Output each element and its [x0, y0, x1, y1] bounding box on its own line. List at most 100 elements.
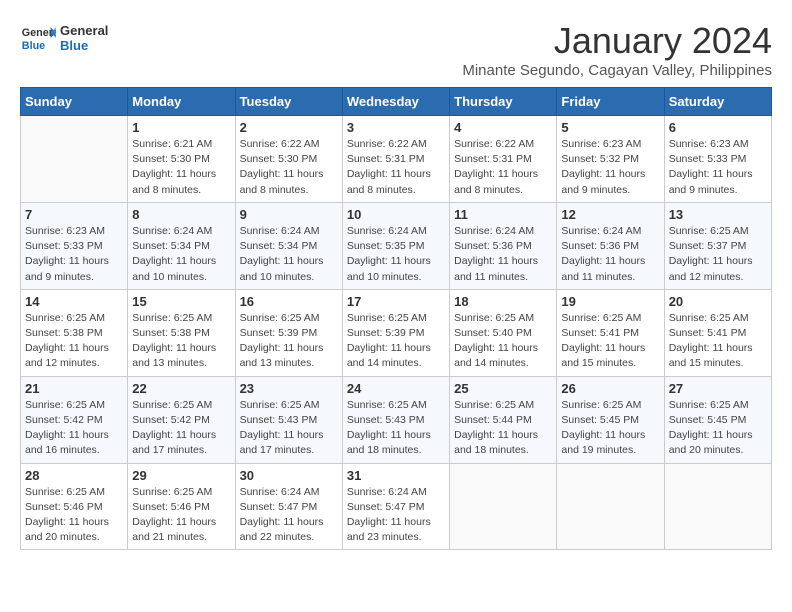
day-cell: 19 Sunrise: 6:25 AMSunset: 5:41 PMDayligh…	[557, 289, 664, 376]
day-cell: 8 Sunrise: 6:24 AMSunset: 5:34 PMDaylight…	[128, 202, 235, 289]
col-header-tuesday: Tuesday	[235, 88, 342, 116]
day-info: Sunrise: 6:23 AMSunset: 5:33 PMDaylight:…	[25, 224, 123, 285]
day-cell: 22 Sunrise: 6:25 AMSunset: 5:42 PMDayligh…	[128, 376, 235, 463]
subtitle: Minante Segundo, Cagayan Valley, Philipp…	[462, 62, 772, 79]
day-number: 28	[25, 468, 123, 483]
logo: General Blue General Blue	[20, 20, 108, 56]
day-info: Sunrise: 6:25 AMSunset: 5:38 PMDaylight:…	[132, 311, 230, 372]
month-title: January 2024	[462, 20, 772, 62]
day-info: Sunrise: 6:24 AMSunset: 5:36 PMDaylight:…	[454, 224, 552, 285]
day-cell: 18 Sunrise: 6:25 AMSunset: 5:40 PMDayligh…	[450, 289, 557, 376]
day-info: Sunrise: 6:25 AMSunset: 5:44 PMDaylight:…	[454, 398, 552, 459]
svg-text:Blue: Blue	[22, 40, 45, 52]
day-info: Sunrise: 6:25 AMSunset: 5:45 PMDaylight:…	[669, 398, 767, 459]
day-number: 30	[240, 468, 338, 483]
day-info: Sunrise: 6:25 AMSunset: 5:45 PMDaylight:…	[561, 398, 659, 459]
day-number: 24	[347, 381, 445, 396]
day-cell: 7 Sunrise: 6:23 AMSunset: 5:33 PMDaylight…	[21, 202, 128, 289]
day-info: Sunrise: 6:25 AMSunset: 5:39 PMDaylight:…	[347, 311, 445, 372]
day-info: Sunrise: 6:24 AMSunset: 5:47 PMDaylight:…	[240, 485, 338, 546]
title-section: January 2024 Minante Segundo, Cagayan Va…	[462, 20, 772, 79]
day-info: Sunrise: 6:25 AMSunset: 5:38 PMDaylight:…	[25, 311, 123, 372]
day-cell	[557, 463, 664, 550]
day-number: 20	[669, 294, 767, 309]
day-cell: 5 Sunrise: 6:23 AMSunset: 5:32 PMDaylight…	[557, 116, 664, 203]
day-cell: 13 Sunrise: 6:25 AMSunset: 5:37 PMDayligh…	[664, 202, 771, 289]
week-row-1: 1 Sunrise: 6:21 AMSunset: 5:30 PMDaylight…	[21, 116, 772, 203]
day-info: Sunrise: 6:22 AMSunset: 5:30 PMDaylight:…	[240, 137, 338, 198]
week-row-5: 28 Sunrise: 6:25 AMSunset: 5:46 PMDayligh…	[21, 463, 772, 550]
day-number: 29	[132, 468, 230, 483]
day-info: Sunrise: 6:21 AMSunset: 5:30 PMDaylight:…	[132, 137, 230, 198]
day-number: 13	[669, 207, 767, 222]
day-number: 5	[561, 120, 659, 135]
logo-icon: General Blue	[20, 20, 56, 56]
day-number: 26	[561, 381, 659, 396]
day-cell	[664, 463, 771, 550]
day-number: 4	[454, 120, 552, 135]
day-cell: 28 Sunrise: 6:25 AMSunset: 5:46 PMDayligh…	[21, 463, 128, 550]
day-number: 27	[669, 381, 767, 396]
day-info: Sunrise: 6:25 AMSunset: 5:46 PMDaylight:…	[132, 485, 230, 546]
day-cell: 10Sunrise: 6:24 AMSunset: 5:35 PMDayligh…	[342, 202, 449, 289]
day-info: Sunrise: 6:25 AMSunset: 5:41 PMDaylight:…	[561, 311, 659, 372]
day-cell	[21, 116, 128, 203]
col-header-monday: Monday	[128, 88, 235, 116]
day-info: Sunrise: 6:25 AMSunset: 5:46 PMDaylight:…	[25, 485, 123, 546]
col-header-thursday: Thursday	[450, 88, 557, 116]
day-info: Sunrise: 6:23 AMSunset: 5:32 PMDaylight:…	[561, 137, 659, 198]
day-number: 1	[132, 120, 230, 135]
col-header-wednesday: Wednesday	[342, 88, 449, 116]
day-number: 8	[132, 207, 230, 222]
day-cell: 23Sunrise: 6:25 AMSunset: 5:43 PMDayligh…	[235, 376, 342, 463]
day-number: 15	[132, 294, 230, 309]
day-cell: 1 Sunrise: 6:21 AMSunset: 5:30 PMDaylight…	[128, 116, 235, 203]
day-number: 9	[240, 207, 338, 222]
day-number: 11	[454, 207, 552, 222]
day-info: Sunrise: 6:24 AMSunset: 5:47 PMDaylight:…	[347, 485, 445, 546]
day-number: 25	[454, 381, 552, 396]
day-info: Sunrise: 6:25 AMSunset: 5:39 PMDaylight:…	[240, 311, 338, 372]
day-cell: 16Sunrise: 6:25 AMSunset: 5:39 PMDayligh…	[235, 289, 342, 376]
day-info: Sunrise: 6:24 AMSunset: 5:34 PMDaylight:…	[240, 224, 338, 285]
day-cell: 3Sunrise: 6:22 AMSunset: 5:31 PMDaylight…	[342, 116, 449, 203]
day-cell: 29 Sunrise: 6:25 AMSunset: 5:46 PMDayligh…	[128, 463, 235, 550]
day-cell: 9 Sunrise: 6:24 AMSunset: 5:34 PMDaylight…	[235, 202, 342, 289]
day-cell: 14 Sunrise: 6:25 AMSunset: 5:38 PMDayligh…	[21, 289, 128, 376]
day-number: 31	[347, 468, 445, 483]
day-cell: 12 Sunrise: 6:24 AMSunset: 5:36 PMDayligh…	[557, 202, 664, 289]
day-info: Sunrise: 6:25 AMSunset: 5:42 PMDaylight:…	[25, 398, 123, 459]
logo-general-text: General	[60, 23, 108, 38]
week-row-2: 7 Sunrise: 6:23 AMSunset: 5:33 PMDaylight…	[21, 202, 772, 289]
day-info: Sunrise: 6:25 AMSunset: 5:43 PMDaylight:…	[347, 398, 445, 459]
day-number: 2	[240, 120, 338, 135]
day-number: 18	[454, 294, 552, 309]
day-cell: 25 Sunrise: 6:25 AMSunset: 5:44 PMDayligh…	[450, 376, 557, 463]
day-number: 21	[25, 381, 123, 396]
header-row: SundayMondayTuesdayWednesdayThursdayFrid…	[21, 88, 772, 116]
logo-blue-text: Blue	[60, 38, 108, 53]
day-cell: 2 Sunrise: 6:22 AMSunset: 5:30 PMDaylight…	[235, 116, 342, 203]
day-info: Sunrise: 6:22 AMSunset: 5:31 PMDaylight:…	[454, 137, 552, 198]
day-info: Sunrise: 6:24 AMSunset: 5:34 PMDaylight:…	[132, 224, 230, 285]
page-header: General Blue General Blue January 2024 M…	[20, 20, 772, 79]
day-cell: 30 Sunrise: 6:24 AMSunset: 5:47 PMDayligh…	[235, 463, 342, 550]
day-number: 10	[347, 207, 445, 222]
day-info: Sunrise: 6:25 AMSunset: 5:37 PMDaylight:…	[669, 224, 767, 285]
day-number: 19	[561, 294, 659, 309]
day-info: Sunrise: 6:25 AMSunset: 5:42 PMDaylight:…	[132, 398, 230, 459]
day-number: 12	[561, 207, 659, 222]
day-cell: 31 Sunrise: 6:24 AMSunset: 5:47 PMDayligh…	[342, 463, 449, 550]
day-number: 6	[669, 120, 767, 135]
day-number: 7	[25, 207, 123, 222]
day-number: 14	[25, 294, 123, 309]
day-info: Sunrise: 6:25 AMSunset: 5:43 PMDaylight:…	[240, 398, 338, 459]
day-info: Sunrise: 6:25 AMSunset: 5:40 PMDaylight:…	[454, 311, 552, 372]
day-number: 3	[347, 120, 445, 135]
week-row-3: 14 Sunrise: 6:25 AMSunset: 5:38 PMDayligh…	[21, 289, 772, 376]
day-cell: 11 Sunrise: 6:24 AMSunset: 5:36 PMDayligh…	[450, 202, 557, 289]
col-header-friday: Friday	[557, 88, 664, 116]
day-info: Sunrise: 6:24 AMSunset: 5:36 PMDaylight:…	[561, 224, 659, 285]
day-cell: 6Sunrise: 6:23 AMSunset: 5:33 PMDaylight…	[664, 116, 771, 203]
day-number: 22	[132, 381, 230, 396]
